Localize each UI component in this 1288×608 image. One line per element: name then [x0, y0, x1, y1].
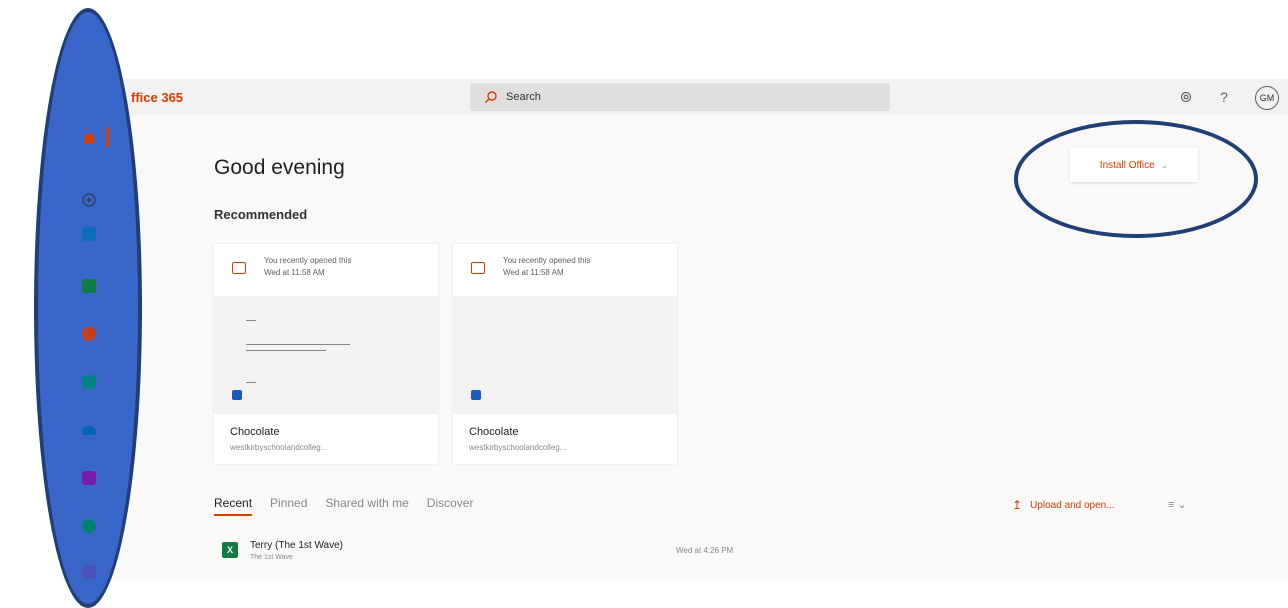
onedrive-icon	[82, 425, 96, 435]
search-box[interactable]: Search	[470, 83, 890, 111]
app-name[interactable]: ffice 365	[131, 90, 183, 105]
card-file-path: westkirbyschoolandcolleg...	[469, 443, 567, 452]
rail-sharepoint[interactable]	[78, 371, 100, 393]
recent-file-icon	[471, 262, 485, 274]
file-name: Terry (The 1st Wave)	[250, 540, 343, 551]
card-time: Wed at 11:58 AM	[503, 268, 564, 277]
recommended-title: Recommended	[214, 207, 308, 222]
tab-discover[interactable]: Discover	[427, 496, 474, 516]
tab-pinned[interactable]: Pinned	[270, 496, 307, 516]
rail-teams[interactable]	[78, 561, 100, 583]
tab-recent[interactable]: Recent	[214, 496, 253, 516]
rail-create[interactable]	[78, 189, 100, 211]
card-header: You recently opened this Wed at 11:58 AM	[453, 244, 677, 296]
chevron-down-icon: ⌄	[1160, 159, 1169, 170]
rail-home[interactable]	[78, 127, 100, 149]
card-file-name: Chocolate	[469, 426, 519, 438]
word-icon	[232, 390, 242, 400]
sway-icon	[82, 519, 96, 533]
gear-icon[interactable]	[1176, 86, 1196, 108]
excel-icon	[82, 279, 96, 293]
card-activity: You recently opened this	[264, 256, 352, 265]
recommended-card[interactable]: You recently opened this Wed at 11:58 AM…	[453, 244, 677, 464]
recent-file-icon	[232, 262, 246, 274]
rail-excel[interactable]	[78, 275, 100, 297]
powerpoint-icon	[82, 327, 96, 341]
avatar[interactable]: GM	[1255, 86, 1279, 110]
onenote-icon	[82, 471, 96, 485]
search-placeholder: Search	[506, 91, 541, 103]
tab-shared[interactable]: Shared with me	[325, 496, 408, 516]
rail-outlook[interactable]	[78, 223, 100, 245]
upload-label: Upload and open...	[1030, 499, 1115, 511]
search-icon	[484, 90, 498, 104]
sort-icon[interactable]: ≡ ⌄	[1168, 498, 1187, 511]
file-date: Wed at 4:26 PM	[676, 546, 734, 555]
document-thumbnail	[214, 296, 438, 414]
create-icon	[82, 193, 96, 207]
rail-onedrive[interactable]	[78, 419, 100, 441]
sharepoint-icon	[82, 375, 96, 389]
recommended-card[interactable]: You recently opened this Wed at 11:58 AM…	[214, 244, 438, 464]
excel-icon: X	[222, 542, 238, 558]
outlook-icon	[82, 227, 96, 241]
rail-powerpoint[interactable]	[78, 323, 100, 345]
upload-icon: ↥	[1012, 498, 1023, 512]
rail-sway[interactable]	[78, 515, 100, 537]
table-row[interactable]: X Terry (The 1st Wave) The 1st Wave Wed …	[214, 538, 1194, 578]
install-office-label: Install Office	[1099, 159, 1155, 171]
word-icon	[471, 390, 481, 400]
file-tabs: Recent Pinned Shared with me Discover	[214, 496, 473, 516]
teams-icon	[82, 565, 96, 579]
upload-button[interactable]: ↥ Upload and open...	[1012, 498, 1115, 512]
document-thumbnail	[453, 296, 677, 414]
card-header: You recently opened this Wed at 11:58 AM	[214, 244, 438, 296]
card-file-path: westkirbyschoolandcolleg...	[230, 443, 328, 452]
greeting: Good evening	[214, 156, 345, 179]
help-icon[interactable]: ?	[1217, 86, 1231, 108]
install-office-button[interactable]: Install Office ⌄	[1070, 148, 1198, 182]
rail-onenote[interactable]	[78, 467, 100, 489]
app-rail	[62, 115, 120, 581]
card-file-name: Chocolate	[230, 426, 280, 438]
file-subtitle: The 1st Wave	[250, 554, 293, 561]
card-activity: You recently opened this	[503, 256, 591, 265]
active-indicator	[106, 127, 109, 147]
card-time: Wed at 11:58 AM	[264, 268, 325, 277]
home-icon	[83, 132, 95, 144]
